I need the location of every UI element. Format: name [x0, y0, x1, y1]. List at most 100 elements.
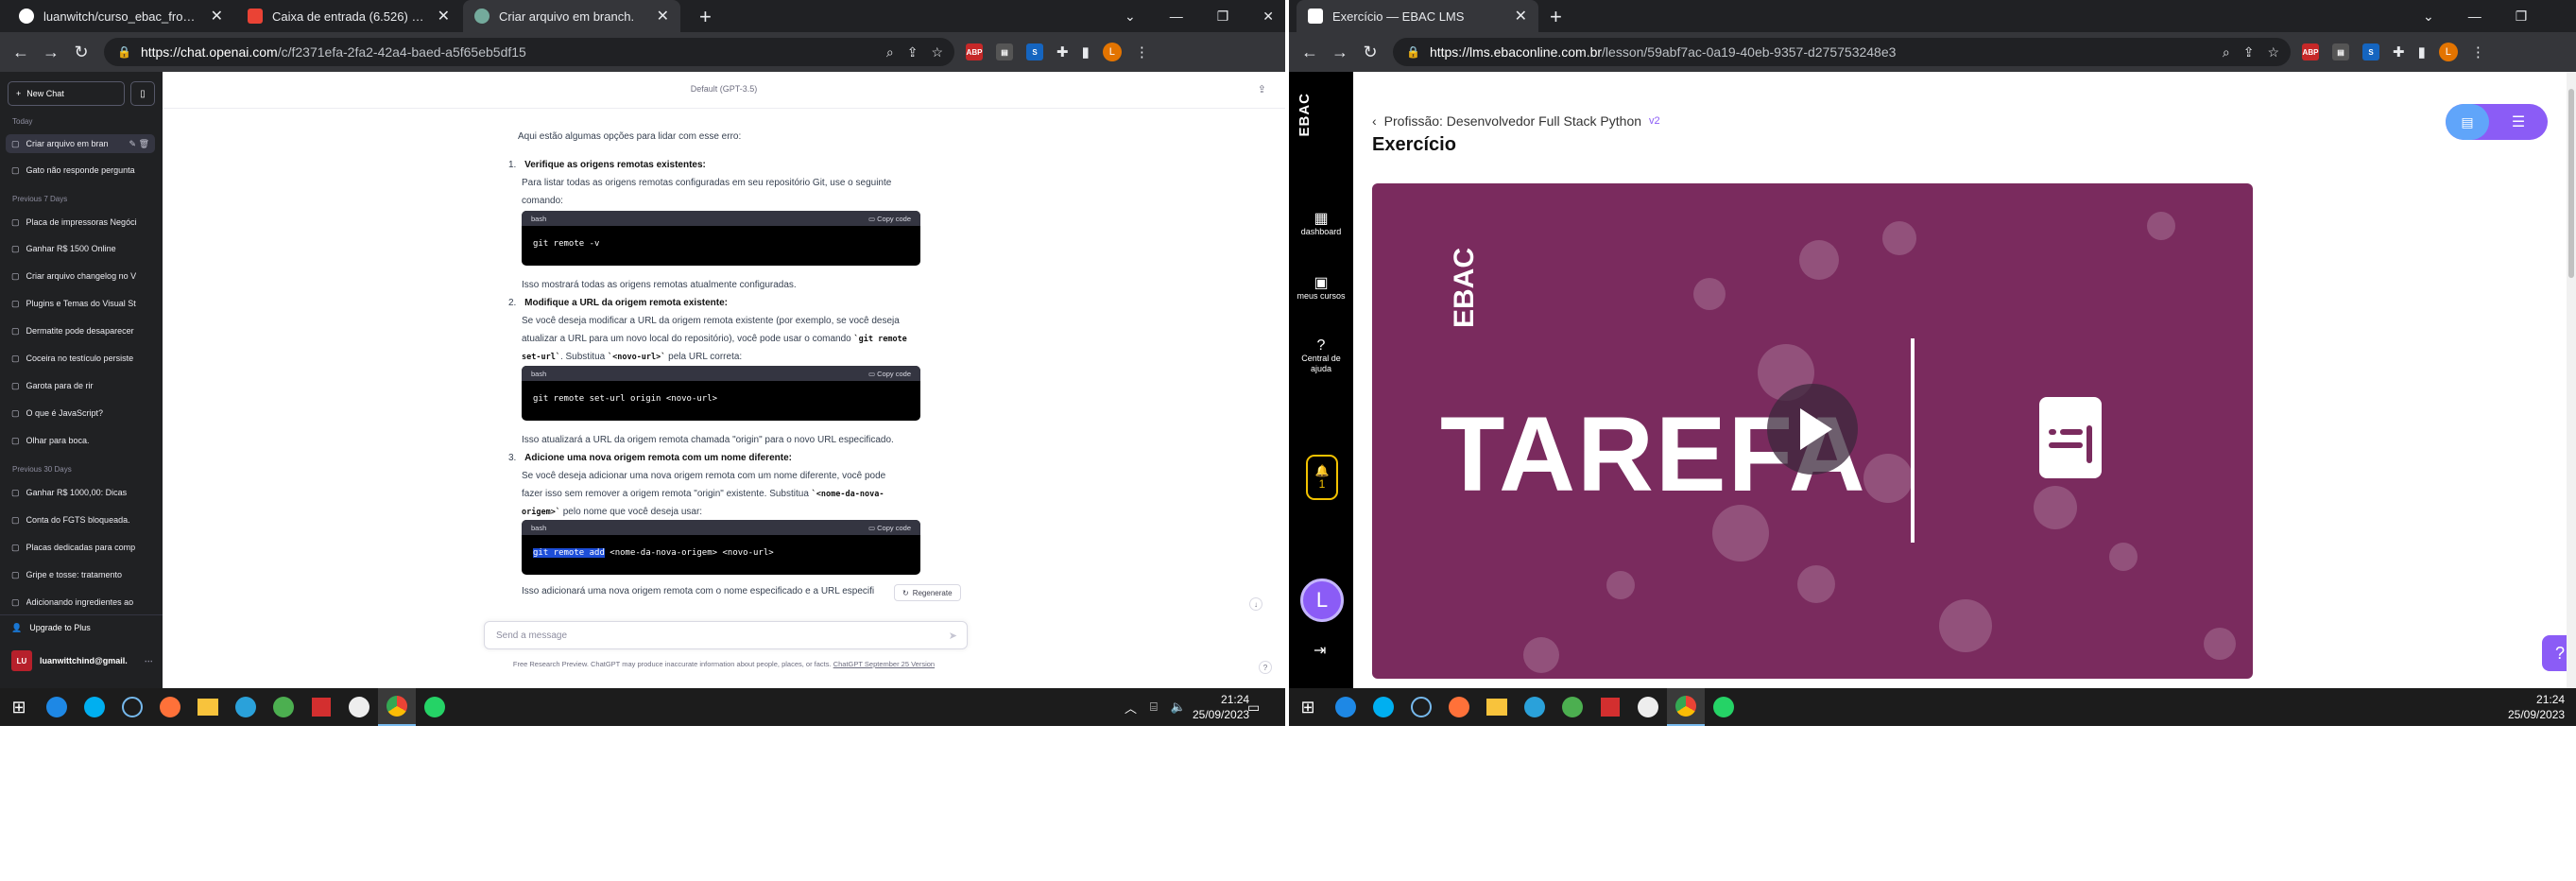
- document-view-icon[interactable]: ▤: [2446, 104, 2489, 140]
- cortana-icon[interactable]: [1402, 688, 1440, 726]
- tab-github[interactable]: luanwitch/curso_ebac_frontend ✕: [8, 0, 234, 32]
- extension-icon[interactable]: ▤: [2332, 43, 2349, 60]
- restore-icon[interactable]: ❐: [1217, 9, 1229, 25]
- firefox-icon[interactable]: [1440, 688, 1478, 726]
- ebac-logo[interactable]: EBAC: [1297, 93, 1313, 137]
- clock[interactable]: 21:24 25/09/2023: [2508, 688, 2565, 726]
- volume-icon[interactable]: 🔈: [1171, 700, 1186, 715]
- copy-code-button[interactable]: ▭ Copy code: [868, 524, 911, 532]
- close-icon[interactable]: ✕: [438, 7, 450, 26]
- conversation-item[interactable]: ▢ Gato não responde pergunta: [6, 161, 155, 180]
- whatsapp-icon[interactable]: [416, 688, 454, 726]
- conversation-item[interactable]: ▢ Conta do FGTS bloqueada.: [6, 510, 155, 529]
- chrome-icon[interactable]: [378, 688, 416, 726]
- tab-search-icon[interactable]: ⌄: [2423, 9, 2434, 25]
- reload-icon[interactable]: ↻: [66, 43, 96, 62]
- sidepanel-icon[interactable]: ▮: [2418, 43, 2426, 60]
- share-chat-icon[interactable]: ⇪: [1258, 83, 1266, 95]
- bookmark-star-icon[interactable]: ☆: [931, 44, 943, 60]
- extension-icon[interactable]: ▤: [996, 43, 1013, 60]
- notifications-button[interactable]: 🔔 1: [1306, 455, 1338, 500]
- reload-icon[interactable]: ↻: [1355, 43, 1385, 62]
- cortana-icon[interactable]: [113, 688, 151, 726]
- user-menu[interactable]: LU luanwittchind@gmail. ⋯: [11, 650, 153, 671]
- telegram-icon[interactable]: [227, 688, 265, 726]
- version-link[interactable]: ChatGPT September 25 Version: [833, 660, 935, 668]
- puzzle-icon[interactable]: ✚: [1056, 43, 1069, 60]
- message-input[interactable]: Send a message ➤: [484, 621, 968, 649]
- forward-icon[interactable]: →: [36, 43, 66, 62]
- close-window-icon[interactable]: ✕: [1262, 9, 1274, 25]
- chevron-left-icon[interactable]: ‹: [1372, 113, 1377, 129]
- tab-ebac[interactable]: Exercício — EBAC LMS ✕: [1297, 0, 1538, 32]
- share-icon[interactable]: ⇪: [2243, 44, 2255, 60]
- close-icon[interactable]: ✕: [1515, 7, 1527, 26]
- telegram-icon[interactable]: [1516, 688, 1554, 726]
- extension-s-icon[interactable]: S: [1026, 43, 1043, 60]
- conversation-item[interactable]: ▢ Ganhar R$ 1500 Online: [6, 239, 155, 258]
- network-icon[interactable]: ⌸: [1150, 700, 1158, 715]
- clock[interactable]: 21:24 25/09/2023: [1193, 688, 1249, 726]
- help-icon[interactable]: ?: [1259, 661, 1272, 674]
- new-tab-button[interactable]: +: [1550, 5, 1562, 29]
- bittorrent-icon[interactable]: [265, 688, 302, 726]
- tab-search-icon[interactable]: ⌄: [1125, 9, 1136, 25]
- breadcrumb[interactable]: ‹ Profissão: Desenvolvedor Full Stack Py…: [1372, 113, 1660, 129]
- conversation-item[interactable]: ▢ Placas dedicadas para comp: [6, 538, 155, 557]
- file-explorer-icon[interactable]: [1478, 688, 1516, 726]
- notification-icon[interactable]: ▭: [1247, 700, 1260, 716]
- page-scrollbar[interactable]: [2567, 72, 2576, 688]
- forward-icon[interactable]: →: [1325, 43, 1355, 62]
- copy-code-button[interactable]: ▭ Copy code: [868, 370, 911, 378]
- scroll-thumb[interactable]: [2568, 89, 2574, 278]
- chrome-icon[interactable]: [1667, 688, 1705, 726]
- edge-icon[interactable]: [38, 688, 76, 726]
- nav-help-center[interactable]: ? Central de ajuda: [1289, 338, 1353, 374]
- profile-avatar[interactable]: L: [2438, 43, 2458, 61]
- tab-gmail[interactable]: Caixa de entrada (6.526) - luanw ✕: [236, 0, 461, 32]
- list-view-icon[interactable]: ☰: [2489, 104, 2548, 140]
- address-bar[interactable]: 🔒 https://chat.openai.com/c/f2371efa-2fa…: [104, 38, 954, 66]
- conversation-item[interactable]: ▢ O que é JavaScript?: [6, 404, 155, 423]
- close-icon[interactable]: ✕: [657, 7, 669, 26]
- menu-icon[interactable]: ⋮: [1135, 43, 1149, 60]
- play-button[interactable]: [1767, 384, 1858, 475]
- file-explorer-icon[interactable]: [189, 688, 227, 726]
- edit-delete-icons[interactable]: ✎ 🗑: [129, 139, 155, 149]
- logout-icon[interactable]: ⇥: [1314, 641, 1326, 660]
- conversation-item[interactable]: ▢ Garota para de rir: [6, 376, 155, 395]
- sidebar-toggle-icon[interactable]: ▯: [130, 81, 155, 106]
- app-icon[interactable]: [1629, 688, 1667, 726]
- app-icon[interactable]: [340, 688, 378, 726]
- windows-start-icon[interactable]: ⊞: [0, 688, 38, 726]
- conversation-item[interactable]: ▢ Criar arquivo changelog no V: [6, 267, 155, 285]
- puzzle-icon[interactable]: ✚: [2393, 43, 2405, 60]
- conversation-item[interactable]: ▢ Adicionando ingredientes ao: [6, 593, 155, 612]
- minimize-icon[interactable]: —: [1170, 9, 1183, 24]
- new-chat-button[interactable]: + New Chat: [8, 81, 125, 106]
- skype-icon[interactable]: [76, 688, 113, 726]
- skype-icon[interactable]: [1365, 688, 1402, 726]
- conversation-item[interactable]: ▢ Dermatite pode desaparecer: [6, 321, 155, 340]
- edge-icon[interactable]: [1327, 688, 1365, 726]
- windows-start-icon[interactable]: ⊞: [1289, 688, 1327, 726]
- conversation-item[interactable]: ▢ Placa de impressoras Negóci: [6, 213, 155, 232]
- tab-chatgpt[interactable]: Criar arquivo em branch. ✕: [463, 0, 680, 32]
- firefox-icon[interactable]: [151, 688, 189, 726]
- bookmark-star-icon[interactable]: ☆: [2267, 44, 2279, 60]
- regenerate-button[interactable]: ↻ Regenerate: [894, 584, 961, 601]
- conversation-item[interactable]: ▢ Plugins e Temas do Visual St: [6, 294, 155, 313]
- copy-code-button[interactable]: ▭ Copy code: [868, 215, 911, 223]
- back-icon[interactable]: ←: [6, 43, 36, 62]
- minimize-icon[interactable]: —: [2468, 9, 2482, 24]
- zoom-icon[interactable]: ⌕: [886, 44, 894, 60]
- profile-avatar[interactable]: L: [1102, 43, 1122, 61]
- whatsapp-icon[interactable]: [1705, 688, 1743, 726]
- send-icon[interactable]: ➤: [949, 630, 957, 642]
- conversation-item[interactable]: ▢ Gripe e tosse: tratamento: [6, 565, 155, 584]
- extension-s-icon[interactable]: S: [2362, 43, 2379, 60]
- adblock-icon[interactable]: ABP: [966, 43, 983, 60]
- close-icon[interactable]: ✕: [211, 7, 223, 26]
- breadcrumb-text[interactable]: Profissão: Desenvolvedor Full Stack Pyth…: [1384, 113, 1641, 129]
- conversation-item[interactable]: ▢ Ganhar R$ 1000,00: Dicas: [6, 483, 155, 502]
